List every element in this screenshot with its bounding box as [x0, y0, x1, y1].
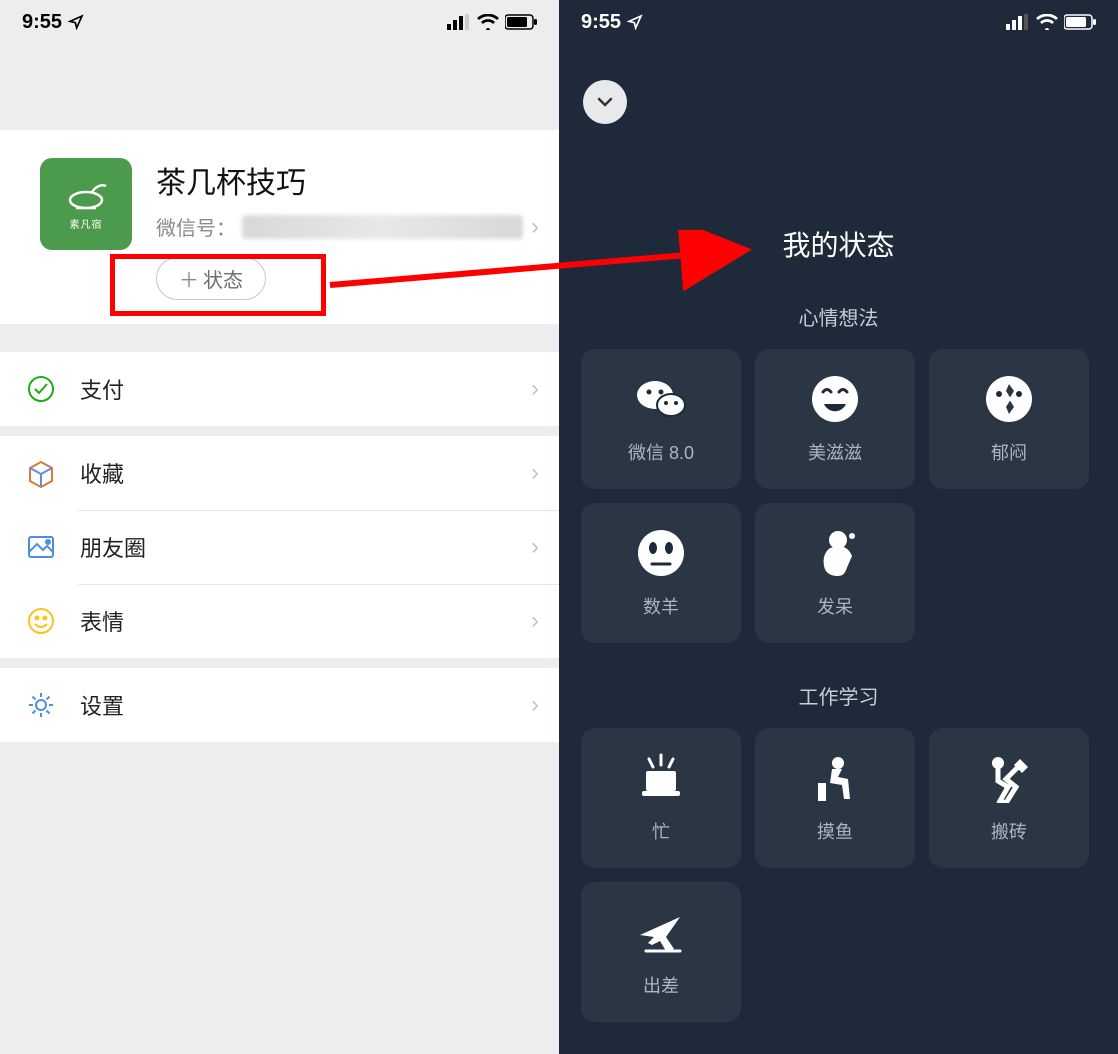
- status-card-slack[interactable]: 摸鱼: [755, 728, 915, 868]
- profile-id-label: 微信号：: [156, 212, 236, 241]
- card-label: 出差: [643, 972, 679, 998]
- location-icon: [627, 14, 643, 30]
- status-card-trip[interactable]: 出差: [581, 882, 741, 1022]
- blank-face-icon: [635, 527, 687, 579]
- page-title: 我的状态: [559, 224, 1118, 264]
- location-icon: [68, 14, 84, 30]
- laptop-busy-icon: [635, 752, 687, 804]
- broken-face-icon: [983, 373, 1035, 425]
- chevron-down-icon: [595, 92, 615, 112]
- avatar[interactable]: 素凡宿: [40, 158, 132, 250]
- status-time: 9:55: [581, 11, 621, 34]
- airplane-icon: [635, 906, 687, 958]
- menu-item-pay[interactable]: 支付 ›: [0, 352, 559, 426]
- me-screen: 9:55 素凡宿 茶几杯技巧 微信号： ›: [0, 0, 559, 1054]
- work-grid: 忙 摸鱼 搬砖 出差: [559, 728, 1118, 1022]
- profile-name: 茶几杯技巧: [156, 158, 539, 202]
- card-label: 微信 8.0: [628, 439, 694, 465]
- menu-item-moments[interactable]: 朋友圈 ›: [0, 510, 559, 584]
- add-status-label: 状态: [203, 264, 243, 293]
- wifi-icon: [1036, 14, 1058, 30]
- battery-icon: [1064, 14, 1096, 30]
- menu-label: 支付: [80, 373, 531, 405]
- avatar-sub: 素凡宿: [70, 216, 103, 231]
- card-label: 数羊: [643, 593, 679, 619]
- favorites-icon: [24, 456, 58, 490]
- status-card-busy[interactable]: 忙: [581, 728, 741, 868]
- menu-item-stickers[interactable]: 表情 ›: [0, 584, 559, 658]
- card-label: 忙: [652, 818, 670, 844]
- card-label: 摸鱼: [817, 818, 853, 844]
- status-card-mehuo[interactable]: 数羊: [581, 503, 741, 643]
- wifi-icon: [477, 14, 499, 30]
- chevron-right-icon: ›: [531, 459, 539, 487]
- card-label: 美滋滋: [808, 439, 862, 465]
- stickers-icon: [24, 604, 58, 638]
- mood-grid: 微信 8.0 美滋滋 郁闷 数羊: [559, 349, 1118, 643]
- battery-icon: [505, 14, 537, 30]
- menu-label: 朋友圈: [80, 531, 531, 563]
- sitting-icon: [809, 752, 861, 804]
- status-time: 9:55: [22, 11, 62, 34]
- plus-icon: ＋: [179, 264, 199, 293]
- chevron-right-icon: ›: [531, 691, 539, 719]
- status-bar: 9:55: [559, 0, 1118, 44]
- menu-item-favorites[interactable]: 收藏 ›: [0, 436, 559, 510]
- signal-icon: [447, 14, 471, 30]
- card-label: 搬砖: [991, 818, 1027, 844]
- thinking-icon: [809, 527, 861, 579]
- status-picker-screen: 9:55 我的状态 心情想法 微信 8.0: [559, 0, 1118, 1054]
- card-label: 郁闷: [991, 439, 1027, 465]
- status-bar: 9:55: [0, 0, 559, 44]
- status-card-happy[interactable]: 美滋滋: [755, 349, 915, 489]
- menu-label: 表情: [80, 605, 531, 637]
- shovel-icon: [983, 752, 1035, 804]
- pay-icon: [24, 372, 58, 406]
- happy-face-icon: [809, 373, 861, 425]
- profile-block: 素凡宿 茶几杯技巧 微信号： › ＋ 状态: [0, 130, 559, 324]
- moments-icon: [24, 530, 58, 564]
- status-card-daze[interactable]: 发呆: [755, 503, 915, 643]
- chevron-right-icon: ›: [531, 375, 539, 403]
- add-status-button[interactable]: ＋ 状态: [156, 257, 266, 300]
- signal-icon: [1006, 14, 1030, 30]
- card-label: 发呆: [817, 593, 853, 619]
- menu-label: 设置: [80, 689, 531, 721]
- chevron-right-icon: ›: [531, 213, 539, 241]
- wechat-icon: [635, 373, 687, 425]
- profile-id-value-blurred: [242, 215, 523, 239]
- chevron-right-icon: ›: [531, 607, 539, 635]
- section-mood-title: 心情想法: [559, 302, 1118, 331]
- menu-label: 收藏: [80, 457, 531, 489]
- close-button[interactable]: [583, 80, 627, 124]
- status-card-depressed[interactable]: 郁闷: [929, 349, 1089, 489]
- profile-id-row[interactable]: 微信号： ›: [156, 212, 539, 241]
- menu-item-settings[interactable]: 设置 ›: [0, 668, 559, 742]
- status-card-wechat8[interactable]: 微信 8.0: [581, 349, 741, 489]
- settings-icon: [24, 688, 58, 722]
- chevron-right-icon: ›: [531, 533, 539, 561]
- status-card-brick[interactable]: 搬砖: [929, 728, 1089, 868]
- section-work-title: 工作学习: [559, 681, 1118, 710]
